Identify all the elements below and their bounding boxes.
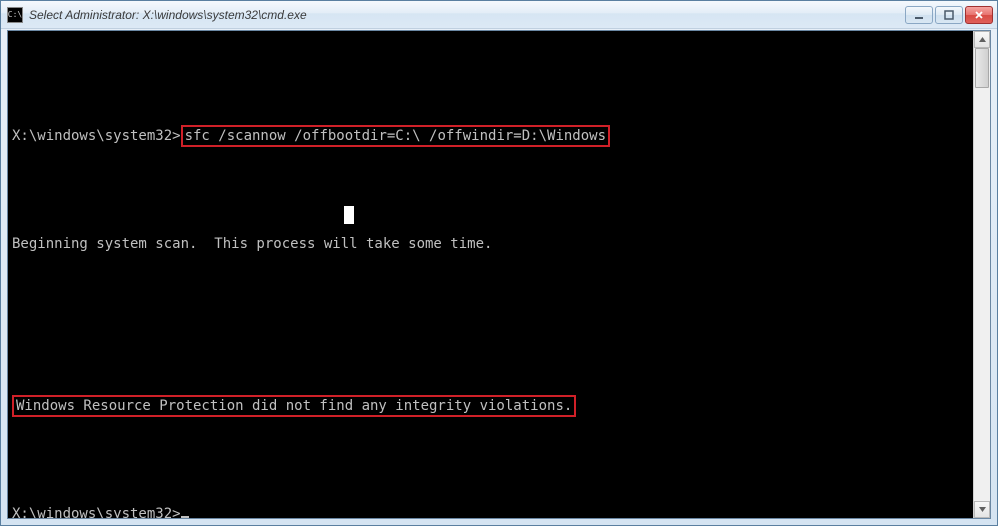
scroll-up-button[interactable] [974,31,990,48]
mouse-cursor-icon [344,206,354,224]
highlight-command: sfc /scannow /offbootdir=C:\ /offwindir=… [181,125,610,147]
close-button[interactable] [965,6,993,24]
window-controls [905,6,993,24]
scroll-track[interactable] [974,48,990,501]
cmd-icon: C:\ [7,7,23,23]
cmd-window: C:\ Select Administrator: X:\windows\sys… [0,0,998,526]
prompt: X:\windows\system32> [12,506,181,518]
close-icon [974,10,984,20]
vertical-scrollbar[interactable] [973,31,990,518]
maximize-button[interactable] [935,6,963,24]
chevron-up-icon [978,35,987,44]
text-cursor [181,516,189,518]
minimize-icon [914,10,924,20]
scroll-thumb[interactable] [975,48,989,88]
window-title: Select Administrator: X:\windows\system3… [29,8,905,22]
terminal-output[interactable]: X:\windows\system32>sfc /scannow /offboo… [8,31,973,518]
minimize-button[interactable] [905,6,933,24]
terminal-line: X:\windows\system32> [12,505,969,518]
chevron-down-icon [978,505,987,514]
terminal-line: Windows Resource Protection did not find… [12,397,969,415]
terminal-line: X:\windows\system32>sfc /scannow /offboo… [12,127,969,145]
highlight-result: Windows Resource Protection did not find… [12,395,576,417]
terminal-line: Beginning system scan. This process will… [12,235,969,253]
scroll-down-button[interactable] [974,501,990,518]
titlebar[interactable]: C:\ Select Administrator: X:\windows\sys… [1,1,997,29]
maximize-icon [944,10,954,20]
client-area: X:\windows\system32>sfc /scannow /offboo… [7,30,991,519]
prompt: X:\windows\system32> [12,128,181,144]
